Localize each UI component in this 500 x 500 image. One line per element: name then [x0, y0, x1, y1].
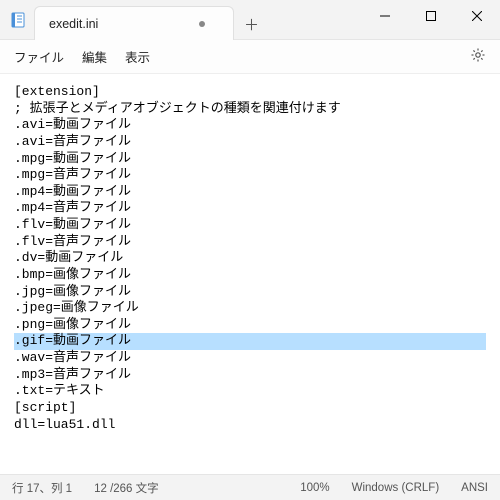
statusbar: 行 17、列 1 12 /266 文字 100% Windows (CRLF) … [0, 474, 500, 500]
editor-line: .mp4=動画ファイル [14, 184, 486, 201]
dirty-indicator-icon [199, 21, 205, 27]
editor-line: .flv=動画ファイル [14, 217, 486, 234]
editor-line: .avi=音声ファイル [14, 134, 486, 151]
maximize-button[interactable] [408, 0, 454, 32]
editor-line: .jpeg=画像ファイル [14, 300, 486, 317]
editor-line: .wav=音声ファイル [14, 350, 486, 367]
close-button[interactable] [454, 0, 500, 32]
status-selection: 12 /266 文字 [94, 480, 159, 496]
status-cursor: 行 17、列 1 [12, 480, 72, 496]
status-zoom[interactable]: 100% [300, 482, 329, 494]
editor-line: .avi=動画ファイル [14, 117, 486, 134]
window-controls [362, 0, 500, 32]
editor-line: .gif=動画ファイル [14, 333, 486, 350]
new-tab-button[interactable]: ＋ [244, 14, 259, 35]
tab-title: exedit.ini [49, 17, 191, 31]
titlebar: exedit.ini ＋ [0, 0, 500, 40]
editor-line: .mp3=音声ファイル [14, 367, 486, 384]
menu-edit[interactable]: 編集 [82, 47, 107, 66]
menubar: ファイル 編集 表示 [0, 40, 500, 74]
text-editor[interactable]: [extension]; 拡張子とメディアオブジェクトの種類を関連付けます.av… [0, 74, 500, 474]
tab-current[interactable]: exedit.ini [34, 6, 234, 40]
status-encoding[interactable]: ANSI [461, 482, 488, 494]
editor-line: [script] [14, 400, 486, 417]
status-eol[interactable]: Windows (CRLF) [352, 482, 440, 494]
editor-line: .mpg=動画ファイル [14, 151, 486, 168]
editor-line: .mpg=音声ファイル [14, 167, 486, 184]
editor-line: dll=lua51.dll [14, 417, 486, 434]
gear-icon[interactable] [470, 47, 486, 66]
editor-line: .png=画像ファイル [14, 317, 486, 334]
minimize-button[interactable] [362, 0, 408, 32]
editor-line: [extension] [14, 84, 486, 101]
editor-line: .jpg=画像ファイル [14, 284, 486, 301]
menu-file[interactable]: ファイル [14, 47, 64, 66]
menu-view[interactable]: 表示 [125, 47, 150, 66]
editor-line: ; 拡張子とメディアオブジェクトの種類を関連付けます [14, 101, 486, 118]
notepad-icon [10, 12, 26, 28]
editor-line: .txt=テキスト [14, 383, 486, 400]
editor-line: .bmp=画像ファイル [14, 267, 486, 284]
editor-line: .flv=音声ファイル [14, 234, 486, 251]
editor-line: .dv=動画ファイル [14, 250, 486, 267]
editor-line: .mp4=音声ファイル [14, 200, 486, 217]
